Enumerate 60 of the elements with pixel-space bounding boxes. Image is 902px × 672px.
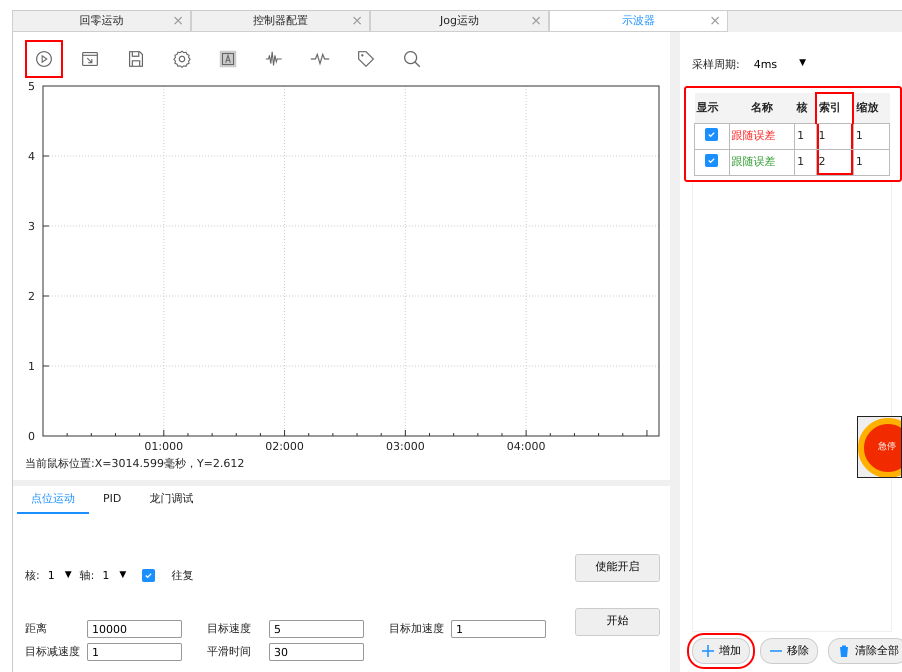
checkbox-label: 往复	[171, 568, 194, 584]
column-header: 缩放	[853, 93, 890, 123]
emergency-stop-button[interactable]: 急停	[857, 416, 902, 478]
checkmark-icon	[707, 130, 716, 139]
input-field[interactable]: 30	[269, 643, 364, 661]
trash-icon	[837, 644, 851, 658]
checkmark-icon	[144, 571, 154, 580]
y-tick-label: 5	[28, 82, 35, 93]
list-button[interactable]: 清除全部	[828, 638, 902, 664]
table-cell: 跟随误差	[729, 123, 795, 149]
field-label: 平滑时间	[207, 644, 252, 660]
y-tick-label: 3	[28, 220, 35, 233]
x-tick-label: 01:000	[144, 440, 184, 450]
play-icon[interactable]	[25, 40, 63, 78]
column-header: 核	[794, 93, 816, 123]
table-cell: 1	[794, 123, 816, 149]
table-cell: 1	[853, 149, 890, 175]
checkbox[interactable]	[142, 569, 156, 582]
field-label: 目标速度	[207, 620, 252, 637]
checkbox[interactable]	[705, 128, 718, 141]
column-header: 显示	[694, 93, 730, 123]
input-field[interactable]: 1	[87, 643, 182, 661]
plus-icon	[701, 644, 715, 658]
y-tick-label: 1	[28, 360, 35, 373]
table-cell: 跟随误差	[729, 149, 795, 175]
y-tick-label: 2	[28, 290, 35, 303]
column-header: 名称	[729, 93, 795, 123]
tab[interactable]: 控制器配置 ×	[191, 11, 370, 32]
tab[interactable]: PID	[89, 486, 136, 514]
action-button[interactable]: 使能开启	[575, 554, 660, 582]
column-header: 索引	[816, 93, 854, 123]
x-tick-label: 04:000	[506, 440, 546, 450]
field-label: 距离	[25, 620, 48, 637]
table-cell: 1	[816, 123, 854, 149]
input-field[interactable]: 1	[451, 620, 546, 638]
action-button[interactable]: 开始	[575, 608, 660, 636]
input-field[interactable]: 5	[269, 620, 364, 638]
dropdown[interactable]: 1 ▼	[102, 568, 126, 584]
dropdown-label: 轴:	[80, 568, 94, 584]
dropdown[interactable]: 4ms ▼	[754, 56, 806, 74]
list-button[interactable]: 移除	[760, 638, 818, 664]
table-cell: 1	[794, 149, 816, 175]
tab[interactable]: Jog运动 ×	[370, 11, 549, 32]
sample-period-label: 采样周期:	[692, 56, 740, 73]
dropdown-label: 核:	[25, 568, 40, 584]
input-field[interactable]: 10000	[87, 620, 182, 638]
y-tick-label: 0	[28, 430, 35, 443]
cursor-position-text: 当前鼠标位置:X=3014.599毫秒，Y=2.612	[24, 456, 246, 472]
y-tick-label: 4	[28, 150, 35, 163]
field-label: 目标减速度	[25, 644, 81, 660]
x-tick-label: 02:000	[265, 440, 304, 450]
tab[interactable]: 回零运动 ×	[12, 11, 191, 32]
dropdown[interactable]: 1 ▼	[48, 568, 72, 584]
checkmark-icon	[707, 156, 716, 165]
field-label: 目标加速度	[389, 620, 445, 637]
table-cell: 2	[816, 149, 854, 175]
x-tick-label: 03:000	[386, 440, 425, 450]
checkbox[interactable]	[705, 154, 718, 167]
table-cell: 1	[853, 123, 890, 149]
tab[interactable]: 龙门调试	[135, 486, 208, 514]
